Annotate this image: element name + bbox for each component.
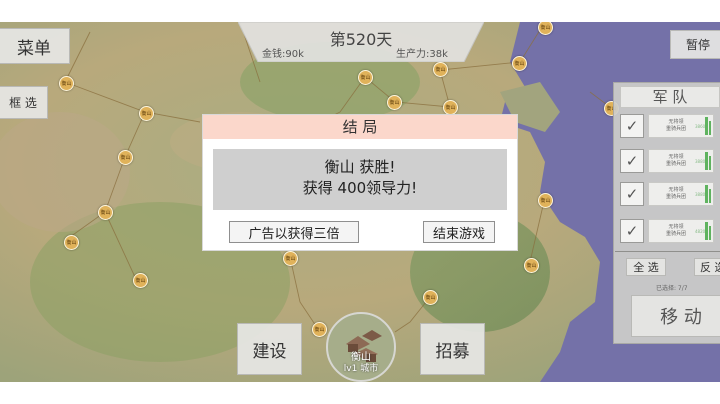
army-type: 重骑兵团 (665, 231, 686, 237)
army-row[interactable]: ✓ 无将领 重骑兵团 3880 (616, 179, 720, 209)
select-all-button[interactable]: 全 选 (626, 258, 666, 276)
move-button[interactable]: 移 动 (631, 295, 720, 337)
city-node[interactable]: 衡山 (312, 322, 327, 337)
checkbox-checked-icon[interactable]: ✓ (620, 182, 644, 206)
army-type: 重骑兵团 (665, 126, 686, 132)
health-bar (705, 185, 708, 203)
invert-select-button[interactable]: 反 选 (694, 258, 720, 276)
city-node[interactable]: 衡山 (59, 76, 74, 91)
money-label: 金钱:90k (262, 49, 304, 60)
city-node[interactable]: 衡山 (358, 70, 373, 85)
city-node[interactable]: 衡山 (433, 62, 448, 77)
dialog-victory-text: 衡山 获胜! (324, 158, 396, 176)
army-strength: 3880 (695, 159, 706, 164)
army-info[interactable]: 无将领 重骑兵团 3880 (648, 149, 714, 173)
army-type: 重骑兵团 (665, 194, 686, 200)
army-row[interactable]: ✓ 无将领 重骑兵团 3860 (616, 111, 720, 141)
morale-bar (709, 226, 711, 240)
game-viewport[interactable]: 衡山 衡山 衡山 衡山 衡山 衡山 衡山 衡山 衡山 衡山 衡山 衡山 衡山 衡… (0, 22, 720, 382)
army-strength: 3860 (695, 124, 706, 129)
city-node[interactable]: 衡山 (64, 235, 79, 250)
selected-count: 已选择: 7/7 (656, 285, 688, 292)
city-node[interactable]: 衡山 (98, 205, 113, 220)
production-label: 生产力:38k (396, 49, 448, 60)
recruit-button[interactable]: 招募 (420, 323, 485, 375)
city-node[interactable]: 衡山 (387, 95, 402, 110)
morale-bar (709, 121, 711, 135)
army-row[interactable]: ✓ 无将领 重骑兵团 4820 (616, 216, 720, 246)
morale-bar (709, 189, 711, 203)
army-general: 无将领 (668, 224, 684, 230)
watch-ad-button[interactable]: 广告以获得三倍 (229, 221, 359, 243)
city-node[interactable]: 衡山 (133, 273, 148, 288)
army-strength: 4820 (695, 229, 706, 234)
city-node[interactable]: 衡山 (139, 106, 154, 121)
morale-bar (709, 156, 711, 170)
health-bar (705, 152, 708, 170)
army-row[interactable]: ✓ 无将领 重骑兵团 3880 (616, 146, 720, 176)
city-node[interactable]: 衡山 (443, 100, 458, 115)
checkbox-checked-icon[interactable]: ✓ (620, 114, 644, 138)
army-info[interactable]: 无将领 重骑兵团 3860 (648, 114, 714, 138)
army-strength: 3880 (695, 192, 706, 197)
city-node[interactable]: 衡山 (118, 150, 133, 165)
box-select-button[interactable]: 框 选 (0, 86, 48, 119)
dialog-title: 结 局 (203, 115, 517, 139)
city-node[interactable]: 衡山 (283, 251, 298, 266)
army-info[interactable]: 无将领 重骑兵团 3880 (648, 182, 714, 206)
army-info[interactable]: 无将领 重骑兵团 4820 (648, 219, 714, 243)
health-bar (705, 222, 708, 240)
army-general: 无将领 (668, 187, 684, 193)
pause-button[interactable]: 暂停 (670, 30, 720, 59)
city-node[interactable]: 衡山 (524, 258, 539, 273)
end-game-button[interactable]: 结束游戏 (423, 221, 495, 243)
checkbox-checked-icon[interactable]: ✓ (620, 219, 644, 243)
dialog-reward-text: 获得 400领导力! (302, 179, 418, 197)
army-general: 无将领 (668, 119, 684, 125)
panel-divider (615, 251, 720, 252)
checkbox-checked-icon[interactable]: ✓ (620, 149, 644, 173)
army-panel-title: 军 队 (620, 86, 720, 108)
health-bar (705, 117, 708, 135)
city-node[interactable]: 衡山 (538, 193, 553, 208)
menu-button[interactable]: 菜单 (0, 28, 70, 64)
selected-city-level: lv1 城市 (343, 364, 379, 374)
city-node[interactable]: 衡山 (423, 290, 438, 305)
build-button[interactable]: 建设 (237, 323, 302, 375)
city-node[interactable]: 衡山 (512, 56, 527, 71)
army-general: 无将领 (668, 154, 684, 160)
army-type: 重骑兵团 (665, 161, 686, 167)
